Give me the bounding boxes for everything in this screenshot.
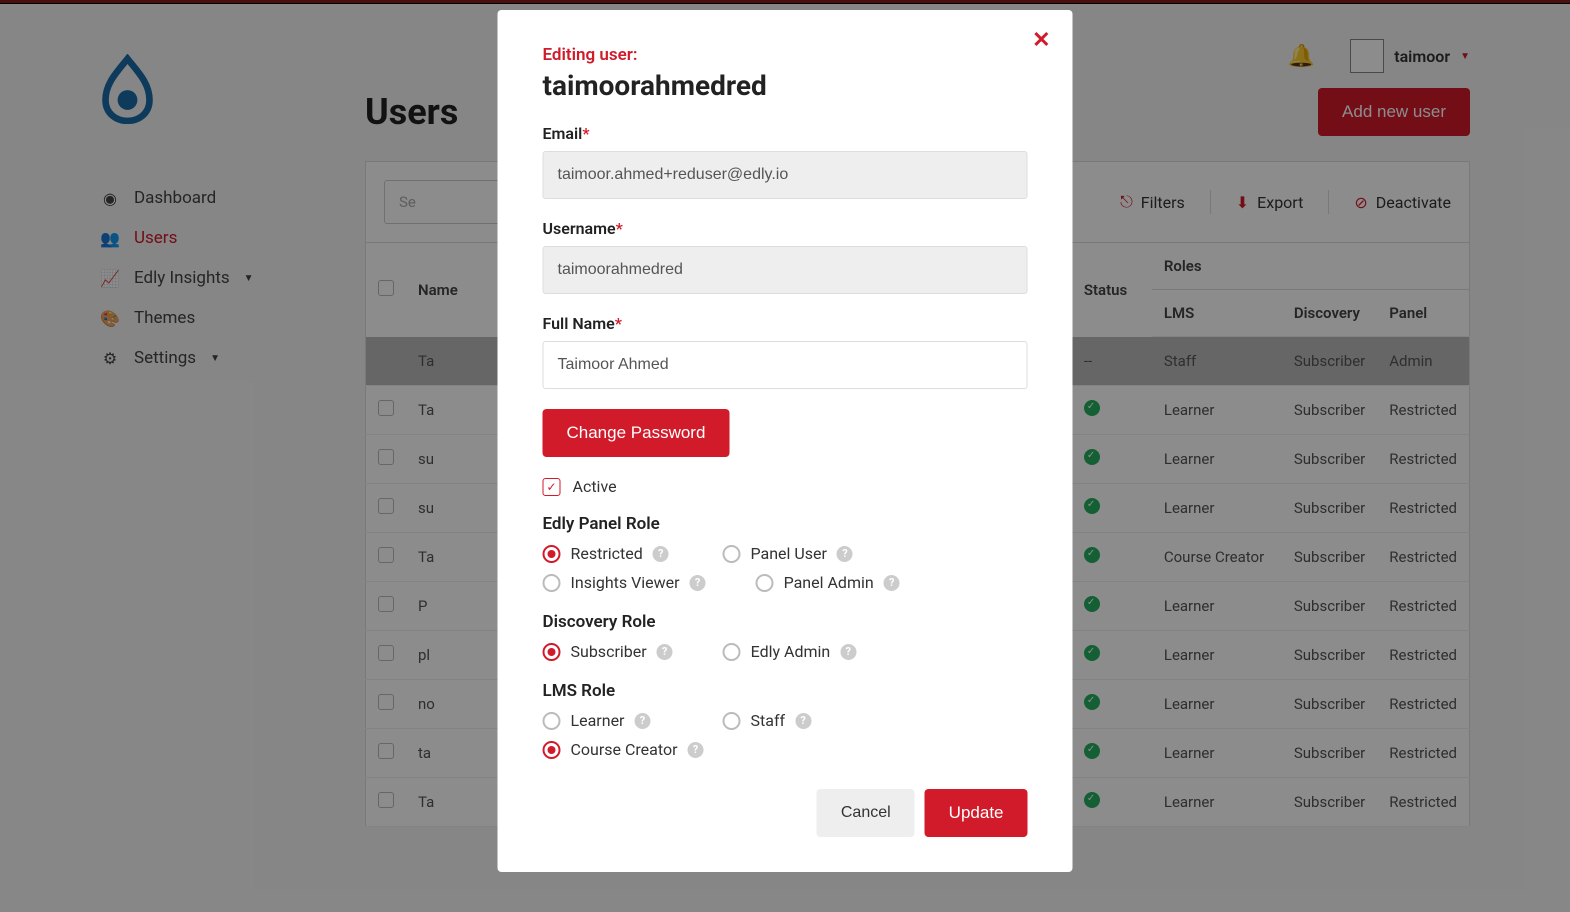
radio-label: Learner: [571, 711, 625, 730]
radio-icon: [543, 574, 561, 592]
radio-icon: [543, 741, 561, 759]
discovery-role-radio-edly-admin[interactable]: Edly Admin ?: [723, 642, 857, 661]
help-icon[interactable]: ?: [837, 546, 853, 562]
radio-icon: [723, 643, 741, 661]
radio-icon: [756, 574, 774, 592]
lms-role-radio-staff[interactable]: Staff ?: [723, 711, 853, 730]
help-icon[interactable]: ?: [653, 546, 669, 562]
help-icon[interactable]: ?: [634, 713, 650, 729]
radio-icon: [543, 545, 561, 563]
help-icon[interactable]: ?: [690, 575, 706, 591]
radio-label: Staff: [751, 711, 786, 730]
help-icon[interactable]: ?: [688, 742, 704, 758]
panel-role-section: Edly Panel Role: [543, 514, 1028, 534]
fullname-label: Full Name*: [543, 314, 1028, 333]
panel-role-radio-insights-viewer[interactable]: Insights Viewer ?: [543, 573, 706, 592]
username-label: Username*: [543, 219, 1028, 238]
radio-label: Panel User: [751, 544, 827, 563]
panel-role-radio-restricted[interactable]: Restricted ?: [543, 544, 673, 563]
fullname-field[interactable]: [543, 341, 1028, 389]
close-icon[interactable]: ✕: [1032, 28, 1050, 53]
username-field[interactable]: [543, 246, 1028, 294]
panel-role-radio-panel-admin[interactable]: Panel Admin ?: [756, 573, 900, 592]
lms-role-radio-learner[interactable]: Learner ?: [543, 711, 673, 730]
edit-user-modal: ✕ Editing user: taimoorahmedred Email* U…: [498, 10, 1073, 872]
panel-role-radio-panel-user[interactable]: Panel User ?: [723, 544, 853, 563]
modal-subtitle: Editing user:: [543, 45, 1028, 65]
lms-role-section: LMS Role: [543, 681, 1028, 701]
radio-icon: [723, 545, 741, 563]
help-icon[interactable]: ?: [795, 713, 811, 729]
email-field[interactable]: [543, 151, 1028, 199]
radio-label: Insights Viewer: [571, 573, 680, 592]
discovery-role-section: Discovery Role: [543, 612, 1028, 632]
discovery-role-radio-subscriber[interactable]: Subscriber ?: [543, 642, 673, 661]
radio-label: Restricted: [571, 544, 643, 563]
help-icon[interactable]: ?: [884, 575, 900, 591]
radio-label: Panel Admin: [784, 573, 874, 592]
cancel-button[interactable]: Cancel: [817, 789, 915, 837]
modal-title: taimoorahmedred: [543, 69, 1028, 102]
radio-icon: [543, 712, 561, 730]
active-label: Active: [573, 477, 617, 496]
change-password-button[interactable]: Change Password: [543, 409, 730, 457]
email-label: Email*: [543, 124, 1028, 143]
radio-icon: [723, 712, 741, 730]
help-icon[interactable]: ?: [840, 644, 856, 660]
radio-label: Subscriber: [571, 642, 647, 661]
radio-label: Course Creator: [571, 740, 678, 759]
update-button[interactable]: Update: [925, 789, 1028, 837]
lms-role-radio-course-creator[interactable]: Course Creator ?: [543, 740, 704, 759]
active-checkbox[interactable]: ✓: [543, 478, 561, 496]
radio-icon: [543, 643, 561, 661]
radio-label: Edly Admin: [751, 642, 831, 661]
help-icon[interactable]: ?: [657, 644, 673, 660]
